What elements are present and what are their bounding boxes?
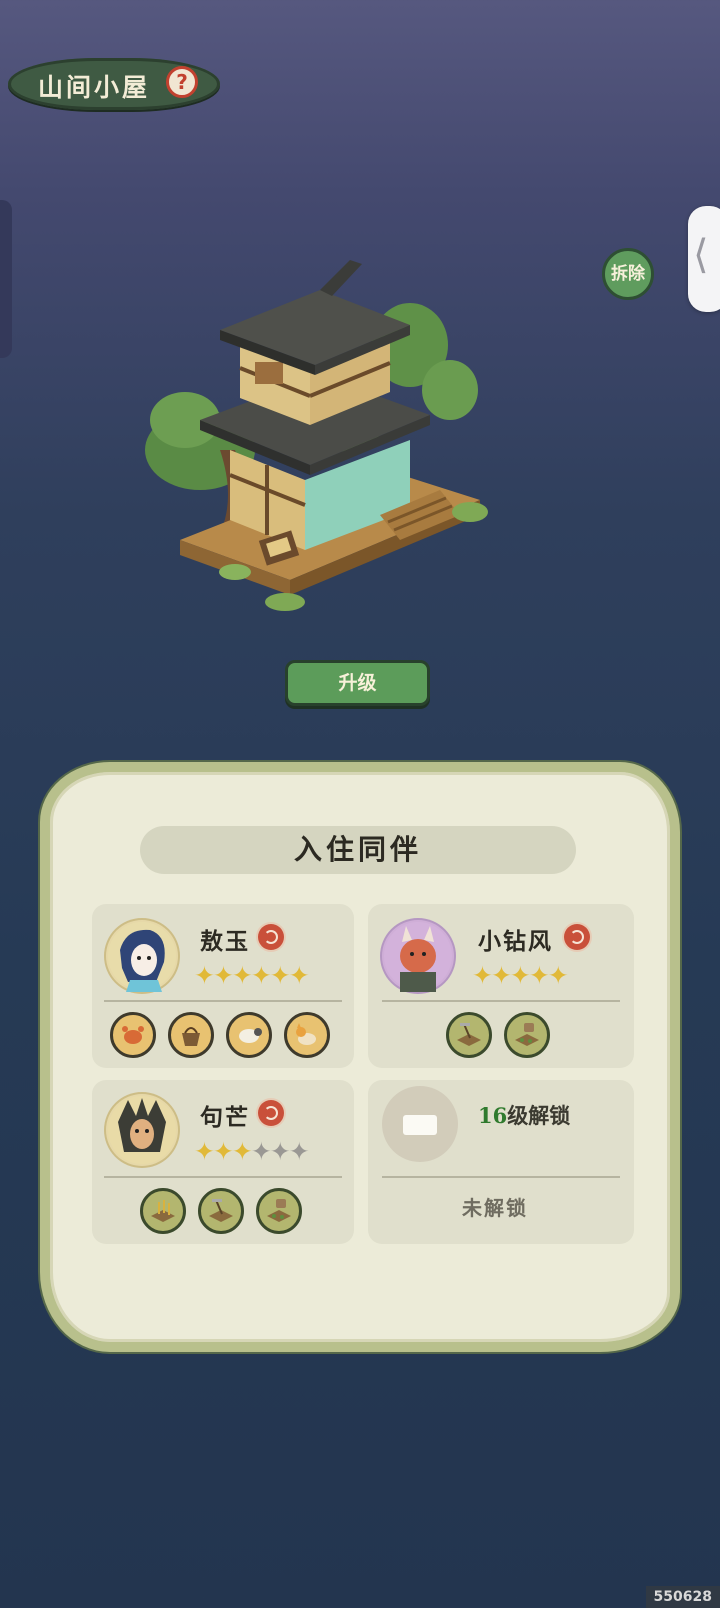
companion-name: 句芒: [200, 1104, 250, 1131]
companion-avatar-xiaozuanfeng[interactable]: [382, 920, 454, 992]
watering-can-field-icon[interactable]: [504, 1012, 550, 1058]
house-illustration: [145, 260, 488, 611]
crab-icon[interactable]: [110, 1012, 156, 1058]
companion-name: 敖玉: [200, 928, 250, 955]
element-icon: [258, 924, 284, 950]
demolish-button[interactable]: 拆除: [602, 248, 654, 300]
chevron-left-icon[interactable]: ⟨: [693, 232, 709, 278]
companion-name: 小钻风: [478, 928, 553, 955]
element-icon: [258, 1100, 284, 1126]
star-rating: ✦✦✦✦✦✦: [194, 1137, 310, 1166]
star-rating: ✦✦✦✦✦: [472, 961, 569, 990]
cat-icon[interactable]: [284, 1012, 330, 1058]
card-divider: [382, 1176, 620, 1178]
hoe-field-icon[interactable]: [198, 1188, 244, 1234]
watering-can-field-icon[interactable]: [256, 1188, 302, 1234]
card-divider: [382, 1000, 620, 1002]
card-divider: [104, 1000, 342, 1002]
companion-avatar-aoyu[interactable]: [106, 920, 178, 992]
hoe-field-icon[interactable]: [446, 1012, 492, 1058]
left-edge-tab: [0, 200, 12, 358]
unlock-level-suffix: 级解锁: [507, 1103, 571, 1128]
unlock-requirement: 16级解锁: [478, 1100, 570, 1130]
card-divider: [104, 1176, 342, 1178]
star-rating: ✦✦✦✦✦✦: [194, 961, 310, 990]
locked-status: 未解锁: [462, 1196, 528, 1220]
basket-icon[interactable]: [168, 1012, 214, 1058]
help-icon[interactable]: ?: [166, 66, 198, 98]
sheep-icon[interactable]: [226, 1012, 272, 1058]
unlock-level: 16: [478, 1103, 508, 1128]
page-title: 山间小屋: [38, 73, 151, 102]
panel-title: 入住同伴: [293, 833, 422, 866]
element-icon: [564, 924, 590, 950]
lock-box-icon: [403, 1115, 437, 1135]
upgrade-button[interactable]: 升级: [285, 660, 430, 706]
wheat-field-icon[interactable]: [140, 1188, 186, 1234]
build-id: 550628: [645, 1586, 720, 1608]
companion-avatar-goumang[interactable]: [106, 1094, 178, 1166]
